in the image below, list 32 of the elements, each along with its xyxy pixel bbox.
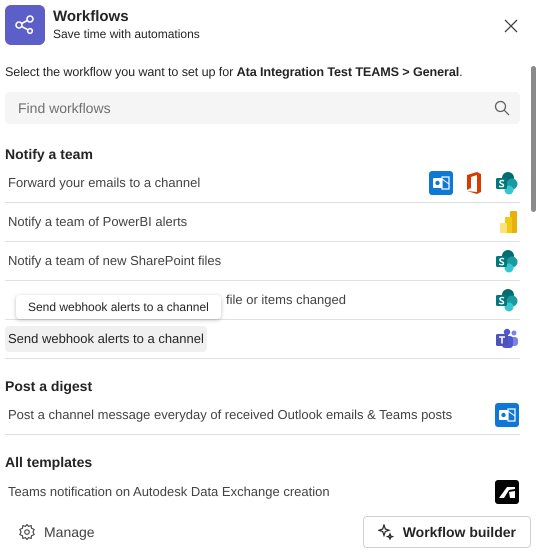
sharepoint-app-icon [495,171,519,195]
sparkle-icon [378,524,394,540]
bar-chart-app-icon [499,210,519,234]
section-heading: Notify a team [5,145,94,164]
workflow-app-icon [5,5,45,45]
intro-text: Select the workflow you want to set up for Ata Integration Test TEAMS > General. [5,64,464,81]
window-subtitle: Save time with automations [53,26,200,42]
autodesk-app-icon [495,480,519,504]
workflow-item[interactable]: file or items changed [223,287,349,313]
manage-button[interactable]: Manage [18,522,95,542]
workflow-builder-button[interactable]: Workflow builder [362,516,531,548]
search-icon [494,100,510,116]
workflow-item[interactable]: Send webhook alerts to a channel [5,326,207,352]
workflow-item[interactable]: Post a channel message everyday of received Outlook emails & Teams posts [5,402,456,428]
section-heading: Post a digest [5,377,94,396]
workflow-item[interactable]: Teams notification on Autodesk Data Exchange creation [5,478,333,504]
scrollbar-thumb[interactable] [531,66,536,212]
workflow-item[interactable]: Notify a team of new SharePoint files [5,248,224,274]
window-title: Workflows [53,8,130,26]
teams-app-icon [495,328,519,350]
workflow-item[interactable]: Forward your emails to a channel [5,170,204,196]
settings-icon [18,523,36,541]
office-app-icon [464,171,484,195]
sharepoint-app-icon [495,249,519,273]
workflow-item[interactable]: Notify a team of PowerBI alerts [5,209,190,235]
sharepoint-app-icon [495,288,519,312]
search-field[interactable]: Find workflows [5,92,520,124]
mail-app-icon [495,403,519,427]
close-icon [504,19,518,33]
section-heading: All templates [5,453,94,472]
mail-app-icon [429,171,453,195]
tooltip: Send webhook alerts to a channel [16,295,221,319]
